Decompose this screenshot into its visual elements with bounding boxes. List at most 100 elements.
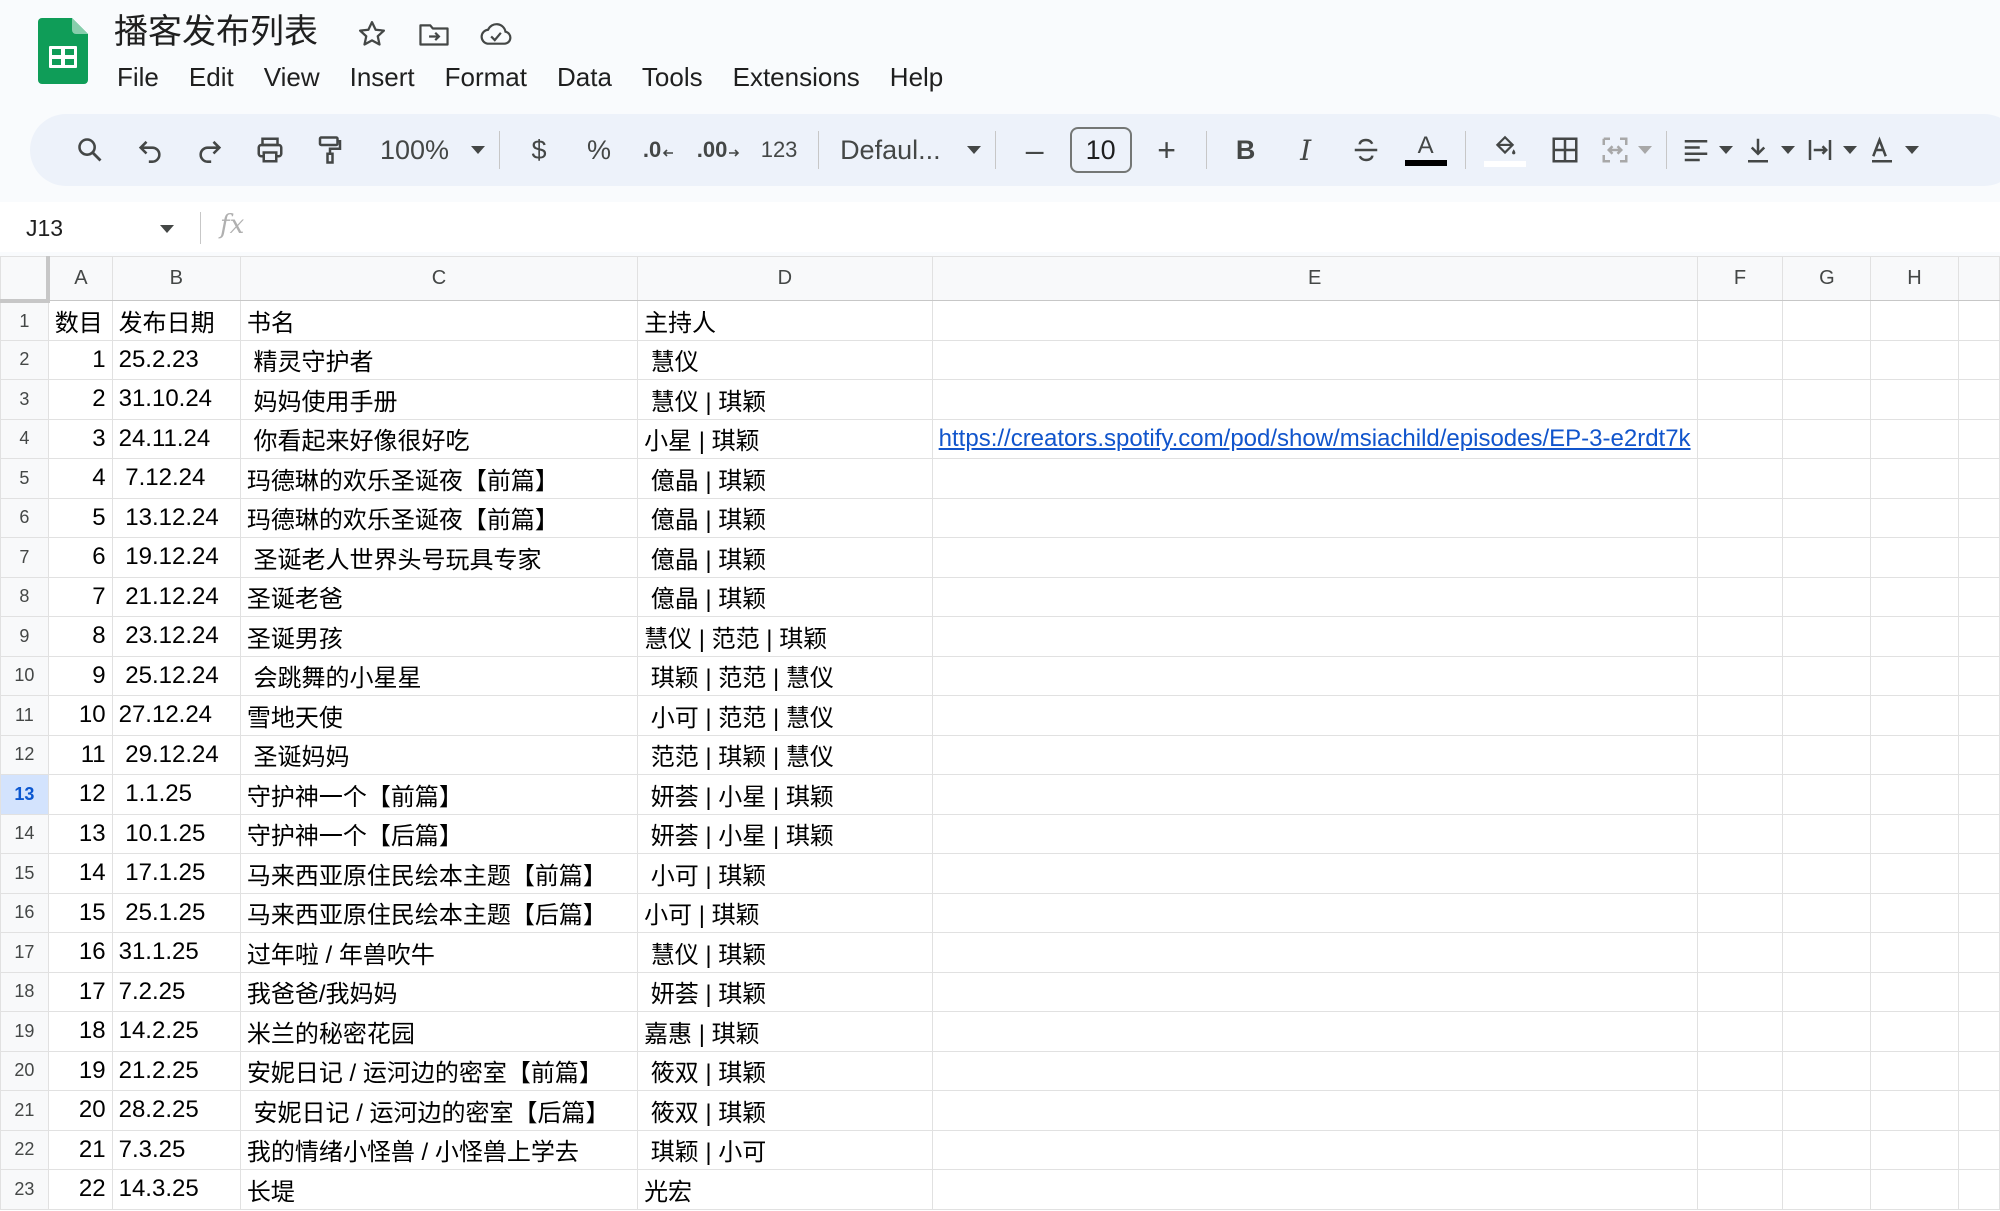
decrease-font-size-button[interactable]: – [1010, 125, 1060, 175]
row-header[interactable]: 14 [0, 813, 49, 854]
cell-b[interactable]: 25.1.25 [111, 892, 241, 933]
cell-b[interactable]: 1.1.25 [111, 774, 241, 815]
menu-help[interactable]: Help [875, 58, 958, 96]
empty-cell[interactable] [1957, 576, 2000, 617]
cell-c[interactable]: 我爸爸/我妈妈 [239, 971, 639, 1012]
empty-cell[interactable] [1782, 655, 1872, 696]
cell-c[interactable]: 会跳舞的小星星 [239, 655, 639, 696]
cell-a[interactable]: 3 [47, 418, 113, 459]
cell-d[interactable]: 琪颖 | 范范 | 慧仪 [637, 655, 933, 696]
cell-d[interactable]: 小可 | 范范 | 慧仪 [637, 695, 933, 736]
row-header[interactable]: 13 [0, 774, 49, 815]
empty-cell[interactable] [1870, 616, 1959, 657]
empty-cell[interactable] [1870, 576, 1959, 617]
cell-e[interactable] [931, 1011, 1698, 1052]
row-header[interactable]: 2 [0, 339, 49, 380]
cell-a[interactable]: 9 [47, 655, 113, 696]
format-percent-button[interactable]: % [574, 125, 624, 175]
cell-b[interactable]: 25.2.23 [111, 339, 241, 380]
cell-b[interactable]: 21.12.24 [111, 576, 241, 617]
cell-d[interactable]: 小星 | 琪颖 [637, 418, 933, 459]
cell-c[interactable]: 马来西亚原住民绘本主题【前篇】 [239, 853, 639, 894]
cell-d[interactable]: 億晶 | 琪颖 [637, 497, 933, 538]
cell-c[interactable]: 长堤 [239, 1169, 639, 1210]
row-header[interactable]: 6 [0, 497, 49, 538]
empty-cell[interactable] [1782, 853, 1872, 894]
empty-cell[interactable] [1782, 300, 1872, 341]
column-header-f[interactable]: F [1696, 256, 1784, 301]
cell-d[interactable]: 億晶 | 琪颖 [637, 537, 933, 578]
empty-cell[interactable] [1696, 774, 1784, 815]
select-all-corner[interactable] [0, 256, 51, 303]
empty-cell[interactable] [1957, 655, 2000, 696]
cell-a[interactable]: 1 [47, 339, 113, 380]
empty-cell[interactable] [1957, 892, 2000, 933]
move-folder-icon[interactable] [414, 14, 454, 54]
column-header-g[interactable]: G [1782, 256, 1872, 301]
cell-a[interactable]: 5 [47, 497, 113, 538]
cell-e[interactable] [931, 300, 1698, 341]
empty-cell[interactable] [1870, 655, 1959, 696]
cell-d[interactable]: 嘉惠 | 琪颖 [637, 1011, 933, 1052]
cell-a[interactable]: 16 [47, 932, 113, 973]
empty-cell[interactable] [1957, 300, 2000, 341]
zoom-select[interactable]: 100% [380, 125, 486, 175]
row-header[interactable]: 5 [0, 458, 49, 499]
formula-input[interactable] [262, 210, 1962, 246]
cell-c[interactable]: 安妮日记 / 运河边的密室【前篇】 [239, 1050, 639, 1091]
empty-cell[interactable] [1696, 339, 1784, 380]
empty-cell[interactable] [1782, 1011, 1872, 1052]
empty-cell[interactable] [1870, 813, 1959, 854]
cell-d[interactable]: 妍荟 | 琪颖 [637, 971, 933, 1012]
cell-b[interactable]: 10.1.25 [111, 813, 241, 854]
cell-e[interactable] [931, 458, 1698, 499]
cell-b[interactable]: 27.12.24 [111, 695, 241, 736]
column-header-c[interactable]: C [239, 256, 639, 301]
cell-a[interactable]: 12 [47, 774, 113, 815]
cloud-saved-icon[interactable] [476, 14, 516, 54]
search-menus-icon[interactable] [65, 125, 115, 175]
italic-button[interactable]: I [1281, 125, 1331, 175]
row-header[interactable]: 10 [0, 655, 49, 696]
cell-c[interactable]: 圣诞老人世界头号玩具专家 [239, 537, 639, 578]
cell-e[interactable] [931, 853, 1698, 894]
empty-cell[interactable] [1870, 734, 1959, 775]
empty-cell[interactable] [1957, 537, 2000, 578]
row-header[interactable]: 9 [0, 616, 49, 657]
cell-e[interactable] [931, 971, 1698, 1012]
row-header[interactable]: 12 [0, 734, 49, 775]
cell-e[interactable] [931, 1169, 1698, 1210]
empty-cell[interactable] [1870, 497, 1959, 538]
cell-e[interactable] [931, 774, 1698, 815]
empty-cell[interactable] [1782, 458, 1872, 499]
row-header[interactable]: 7 [0, 537, 49, 578]
cell-b[interactable]: 29.12.24 [111, 734, 241, 775]
cell-a[interactable]: 22 [47, 1169, 113, 1210]
cell-e[interactable] [931, 616, 1698, 657]
menu-data[interactable]: Data [542, 58, 627, 96]
empty-cell[interactable] [1957, 853, 2000, 894]
cell-c[interactable]: 守护神一个【后篇】 [239, 813, 639, 854]
empty-cell[interactable] [1696, 1090, 1784, 1131]
empty-cell[interactable] [1870, 458, 1959, 499]
cell-c[interactable]: 米兰的秘密花园 [239, 1011, 639, 1052]
empty-cell[interactable] [1696, 1050, 1784, 1091]
cell-b[interactable]: 23.12.24 [111, 616, 241, 657]
empty-cell[interactable] [1957, 616, 2000, 657]
menu-insert[interactable]: Insert [335, 58, 430, 96]
empty-cell[interactable] [1957, 458, 2000, 499]
cell-a[interactable]: 2 [47, 379, 113, 420]
cell-b[interactable]: 24.11.24 [111, 418, 241, 459]
cell-c[interactable]: 过年啦 / 年兽吹牛 [239, 932, 639, 973]
cell-a[interactable]: 数目 [47, 300, 113, 341]
empty-cell[interactable] [1782, 971, 1872, 1012]
cell-d[interactable]: 慧仪 [637, 339, 933, 380]
bold-button[interactable]: B [1221, 125, 1271, 175]
empty-cell[interactable] [1696, 734, 1784, 775]
empty-cell[interactable] [1870, 932, 1959, 973]
cell-a[interactable]: 14 [47, 853, 113, 894]
empty-cell[interactable] [1782, 734, 1872, 775]
empty-cell[interactable] [1782, 497, 1872, 538]
menu-view[interactable]: View [249, 58, 335, 96]
empty-cell[interactable] [1696, 458, 1784, 499]
